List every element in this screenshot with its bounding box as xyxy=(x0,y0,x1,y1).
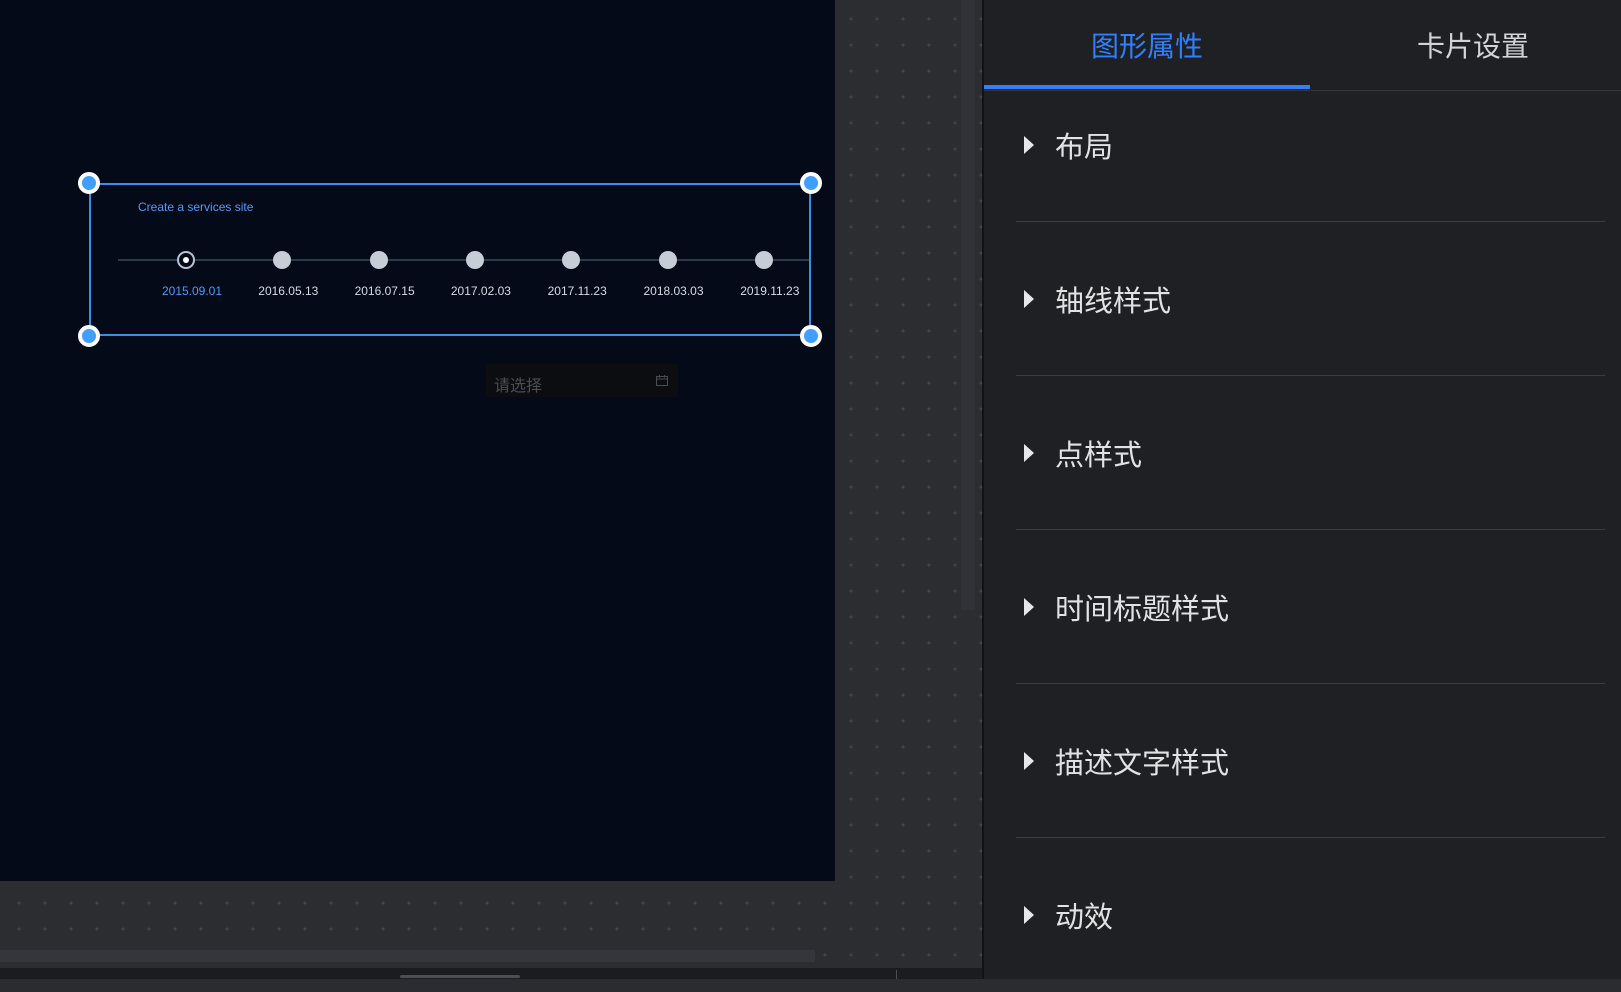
bottom-divider xyxy=(896,970,897,979)
section-description-text-style[interactable]: 描述文字样式 xyxy=(1016,684,1605,838)
horizontal-scrollbar[interactable] xyxy=(0,950,815,962)
caret-right-icon xyxy=(1024,135,1034,154)
caret-right-icon xyxy=(1024,906,1034,924)
section-point-style[interactable]: 点样式 xyxy=(1016,376,1605,530)
section-title: 时间标题样式 xyxy=(1055,593,1230,626)
section-title: 轴线样式 xyxy=(1055,285,1172,318)
section-layout[interactable]: 布局 xyxy=(1016,68,1605,222)
caret-right-icon xyxy=(1024,443,1034,462)
section-title: 布局 xyxy=(1055,131,1114,164)
properties-panel: 图形属性 卡片设置 布局 轴线样式 点样式 时间标题样式 描述文字样式 动效 xyxy=(982,0,1621,979)
section-title: 描述文字样式 xyxy=(1055,747,1230,780)
section-animation[interactable]: 动效 xyxy=(1016,838,1605,992)
resize-handle-top-left[interactable] xyxy=(78,172,100,194)
section-time-title-style[interactable]: 时间标题样式 xyxy=(1016,530,1605,684)
canvas-workspace[interactable]: Create a services site 2015.09.01 2016.05… xyxy=(0,0,982,979)
bottom-scroll-thumb[interactable] xyxy=(400,975,520,978)
calendar-icon[interactable] xyxy=(656,375,668,386)
stage-canvas[interactable]: Create a services site 2015.09.01 2016.05… xyxy=(0,0,835,881)
caret-right-icon xyxy=(1024,289,1034,308)
vertical-scrollbar[interactable] xyxy=(961,0,975,610)
caret-right-icon xyxy=(1024,751,1034,770)
section-title: 点样式 xyxy=(1055,439,1143,472)
resize-handle-bottom-right[interactable] xyxy=(800,325,822,347)
selection-frame[interactable] xyxy=(89,183,811,336)
caret-right-icon xyxy=(1024,597,1034,616)
section-axis-style[interactable]: 轴线样式 xyxy=(1016,222,1605,376)
resize-handle-bottom-left[interactable] xyxy=(78,325,100,347)
section-title: 动效 xyxy=(1055,902,1114,934)
date-picker[interactable]: 请选择 xyxy=(486,364,678,397)
resize-handle-top-right[interactable] xyxy=(800,172,822,194)
date-picker-placeholder[interactable]: 请选择 xyxy=(494,372,542,396)
